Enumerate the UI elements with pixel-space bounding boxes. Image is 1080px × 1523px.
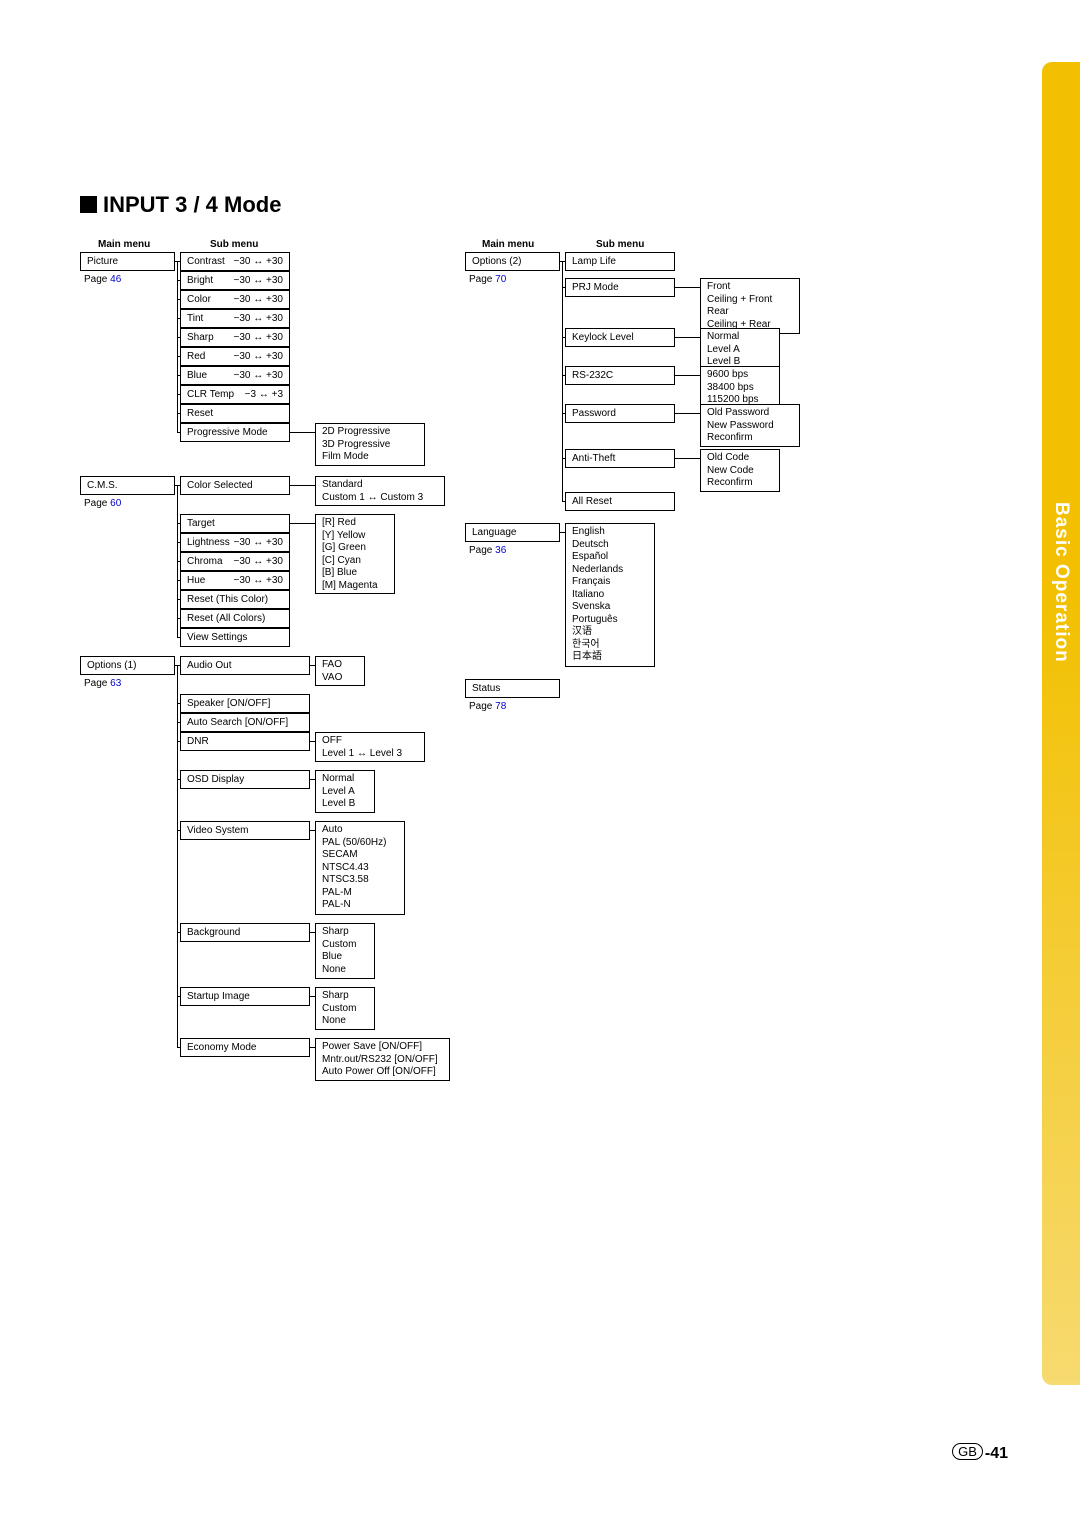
sub-sharp: Sharp −30 ↔ +30 <box>180 328 290 347</box>
sub-progressive: Progressive Mode <box>180 423 290 442</box>
language-opts: EnglishDeutschEspañol NederlandsFrançais… <box>565 523 655 667</box>
main-options1: Options (1) <box>80 656 175 675</box>
sub-password: Password <box>565 404 675 423</box>
sub-allreset: All Reset <box>565 492 675 511</box>
sub-target: Target <box>180 514 290 533</box>
main-options2: Options (2) <box>465 252 560 271</box>
page-link-36[interactable]: 36 <box>495 545 506 556</box>
sub-tint: Tint −30 ↔ +30 <box>180 309 290 328</box>
prj-opts: FrontCeiling + FrontRearCeiling + Rear <box>700 278 800 334</box>
dnr-opts: OFFLevel 1 ↔ Level 3 <box>315 732 425 762</box>
page-link-60[interactable]: 60 <box>110 498 121 509</box>
header-sub-left: Sub menu <box>210 238 258 251</box>
antitheft-opts: Old CodeNew CodeReconfirm <box>700 449 780 492</box>
sub-blue: Blue −30 ↔ +30 <box>180 366 290 385</box>
page-link-46[interactable]: 46 <box>110 274 121 285</box>
sub-reset-this: Reset (This Color) <box>180 590 290 609</box>
bg-opts: SharpCustomBlueNone <box>315 923 375 979</box>
sub-keylock: Keylock Level <box>565 328 675 347</box>
video-opts: AutoPAL (50/60Hz)SECAM NTSC4.43NTSC3.58P… <box>315 821 405 915</box>
section-heading: INPUT 3 / 4 Mode <box>80 192 281 218</box>
page-ref-cms: Page 60 <box>84 497 121 510</box>
page-link-78[interactable]: 78 <box>495 701 506 712</box>
sub-reset: Reset <box>180 404 290 423</box>
page-ref-options1: Page 63 <box>84 677 121 690</box>
sub-chroma: Chroma −30 ↔ +30 <box>180 552 290 571</box>
sub-clrtemp: CLR Temp −3 ↔ +3 <box>180 385 290 404</box>
osd-opts: NormalLevel ALevel B <box>315 770 375 813</box>
main-picture: Picture <box>80 252 175 271</box>
header-sub-right: Sub menu <box>596 238 644 251</box>
region-badge: GB <box>952 1443 983 1460</box>
sub-dnr: DNR <box>180 732 310 751</box>
header-main-left: Main menu <box>98 238 150 251</box>
page-number: -41 <box>985 1445 1008 1462</box>
startup-opts: SharpCustomNone <box>315 987 375 1030</box>
heading-bullet-icon <box>80 196 97 213</box>
sub-lightness: Lightness −30 ↔ +30 <box>180 533 290 552</box>
sub-red: Red −30 ↔ +30 <box>180 347 290 366</box>
side-tab-label: Basic Operation <box>1050 502 1072 663</box>
sub-contrast: Contrast −30 ↔ +30 <box>180 252 290 271</box>
sub-color: Color −30 ↔ +30 <box>180 290 290 309</box>
sub-economy: Economy Mode <box>180 1038 310 1057</box>
sub-antitheft: Anti-Theft <box>565 449 675 468</box>
sub-view: View Settings <box>180 628 290 647</box>
audio-out-opts: FAOVAO <box>315 656 365 686</box>
page-ref-options2: Page 70 <box>469 273 506 286</box>
economy-opts: Power Save [ON/OFF]Mntr.out/RS232 [ON/OF… <box>315 1038 450 1081</box>
target-opts: [R] Red[Y] Yellow[G] Green [C] Cyan[B] B… <box>315 514 395 594</box>
sub-videosystem: Video System <box>180 821 310 840</box>
page-link-63[interactable]: 63 <box>110 678 121 689</box>
sub-autosearch: Auto Search [ON/OFF] <box>180 713 310 732</box>
page-ref-picture: Page 46 <box>84 273 121 286</box>
sub-osd: OSD Display <box>180 770 310 789</box>
page-ref-language: Page 36 <box>469 544 506 557</box>
page-link-70[interactable]: 70 <box>495 274 506 285</box>
sub-prj: PRJ Mode <box>565 278 675 297</box>
sub-lamp: Lamp Life <box>565 252 675 271</box>
sub-background: Background <box>180 923 310 942</box>
sub-bright: Bright −30 ↔ +30 <box>180 271 290 290</box>
heading-text: INPUT 3 / 4 Mode <box>103 192 281 217</box>
sub-hue: Hue −30 ↔ +30 <box>180 571 290 590</box>
sub-reset-all: Reset (All Colors) <box>180 609 290 628</box>
sub-startup: Startup Image <box>180 987 310 1006</box>
main-language: Language <box>465 523 560 542</box>
sub-rs232: RS-232C <box>565 366 675 385</box>
password-opts: Old PasswordNew PasswordReconfirm <box>700 404 800 447</box>
main-status: Status <box>465 679 560 698</box>
side-tab: Basic Operation <box>1042 62 1080 1385</box>
sub-audio-out: Audio Out <box>180 656 310 675</box>
progressive-opts: 2D Progressive3D ProgressiveFilm Mode <box>315 423 425 466</box>
color-selected-opts: StandardCustom 1 ↔ Custom 3 <box>315 476 445 506</box>
page-footer: GB-41 <box>952 1445 1008 1463</box>
main-cms: C.M.S. <box>80 476 175 495</box>
header-main-right: Main menu <box>482 238 534 251</box>
rs232-opts: 9600 bps38400 bps115200 bps <box>700 366 780 409</box>
sub-speaker: Speaker [ON/OFF] <box>180 694 310 713</box>
page-ref-status: Page 78 <box>469 700 506 713</box>
sub-color-selected: Color Selected <box>180 476 290 495</box>
keylock-opts: NormalLevel ALevel B <box>700 328 780 371</box>
